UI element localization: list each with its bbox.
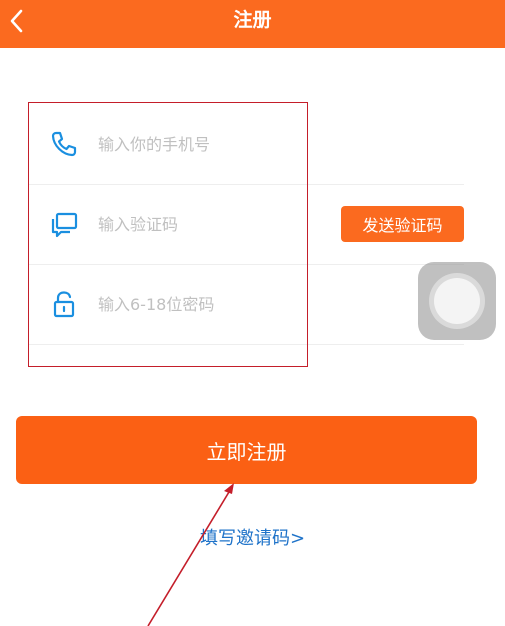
invite-code-link[interactable]: 填写邀请码> <box>0 524 505 550</box>
verification-code-input[interactable] <box>98 208 338 240</box>
page-title: 注册 <box>233 9 272 31</box>
send-code-button[interactable]: 发送验证码 <box>341 206 464 242</box>
phone-icon <box>48 128 80 160</box>
chat-bubble-icon <box>48 208 80 240</box>
assistive-touch-icon <box>434 278 480 324</box>
password-input[interactable] <box>98 288 338 320</box>
header-bar: 注册 <box>0 0 505 48</box>
register-button[interactable]: 立即注册 <box>16 416 477 484</box>
assistive-touch-button[interactable] <box>418 262 496 340</box>
password-row <box>28 264 464 345</box>
phone-row <box>28 104 464 185</box>
lock-icon <box>48 288 80 320</box>
phone-input[interactable] <box>98 128 338 160</box>
